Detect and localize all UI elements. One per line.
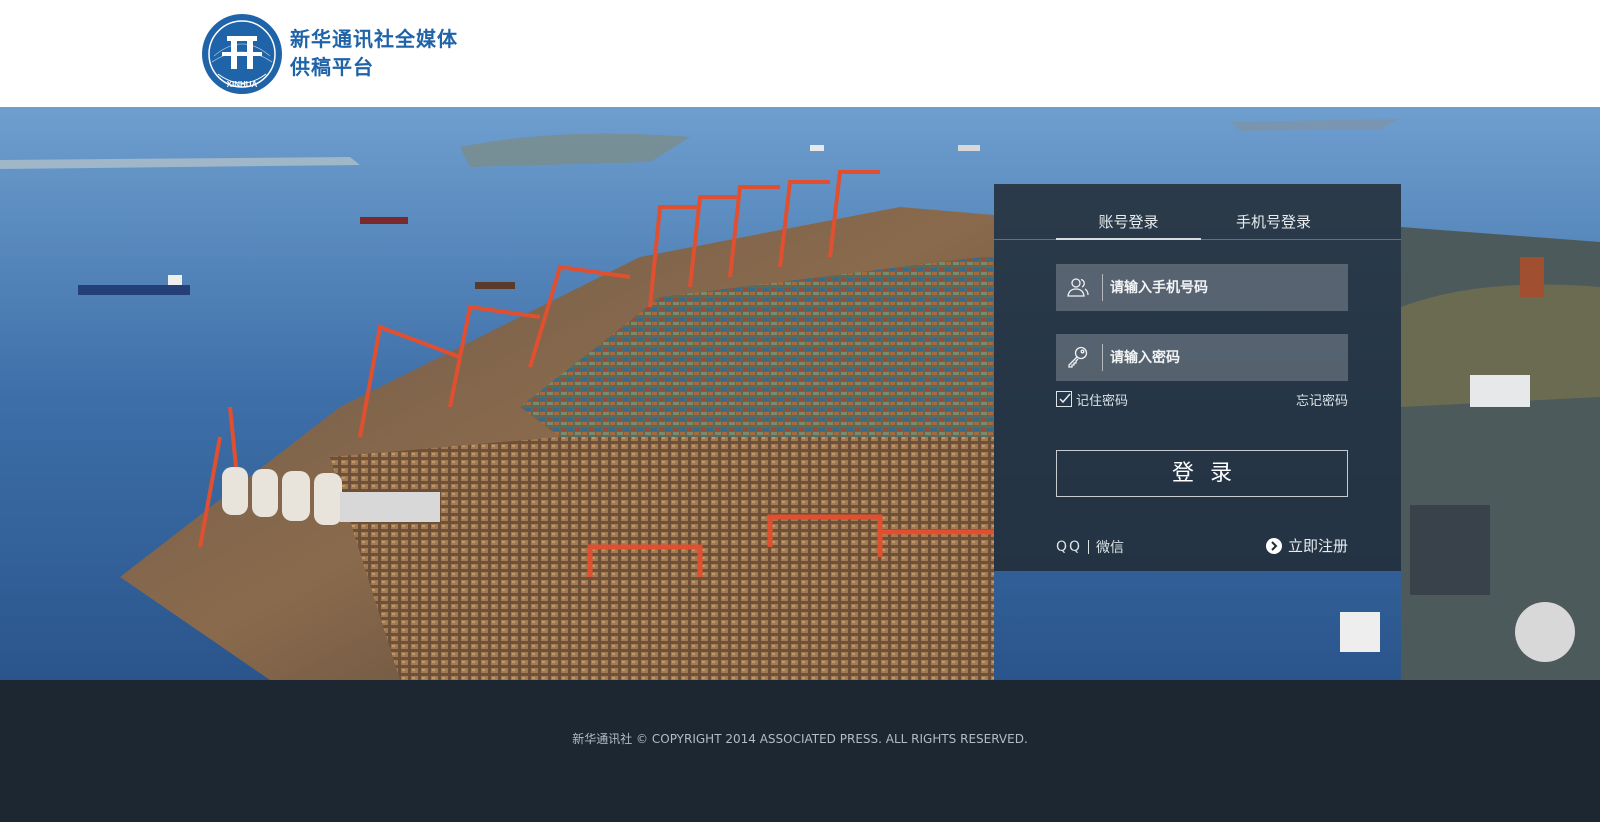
arrow-right-circle-icon [1265, 537, 1282, 554]
remember-password-checkbox[interactable]: 记住密码 [1056, 390, 1129, 409]
qq-login-link[interactable]: QQ [1056, 539, 1082, 555]
phone-input[interactable] [1110, 264, 1340, 311]
social-divider [1088, 540, 1090, 554]
checkbox-icon[interactable] [1056, 391, 1072, 407]
site-title-line1: 新华通讯社全媒体 [290, 27, 458, 51]
password-field[interactable] [1056, 334, 1348, 381]
phone-field[interactable] [1056, 264, 1348, 311]
site-header: XINHUA 新华通讯社全媒体 供稿平台 [0, 0, 1600, 107]
key-icon [1068, 346, 1088, 368]
forgot-password-link[interactable]: 忘记密码 [1296, 390, 1348, 409]
tab-account-login[interactable]: 账号登录 [1056, 212, 1201, 240]
emblem-label: XINHUA [227, 80, 258, 89]
password-field-separator [1102, 344, 1103, 371]
password-input[interactable] [1110, 334, 1340, 381]
site-footer: 新华通讯社 © COPYRIGHT 2014 ASSOCIATED PRESS.… [0, 680, 1600, 822]
users-icon [1067, 278, 1089, 297]
copyright-text: 新华通讯社 © COPYRIGHT 2014 ASSOCIATED PRESS.… [572, 732, 1028, 746]
xinhua-emblem-logo[interactable]: XINHUA [200, 12, 284, 96]
login-submit-button[interactable]: 登录 [1056, 450, 1348, 497]
register-link[interactable]: 立即注册 [1265, 535, 1348, 556]
tab-phone-login[interactable]: 手机号登录 [1201, 212, 1346, 240]
social-login: QQ 微信 [1056, 537, 1124, 557]
register-label: 立即注册 [1287, 537, 1348, 555]
site-title[interactable]: 新华通讯社全媒体 供稿平台 [290, 25, 458, 81]
site-title-line2: 供稿平台 [290, 55, 374, 79]
remember-password-label: 记住密码 [1076, 393, 1129, 409]
phone-field-separator [1102, 274, 1103, 301]
login-panel: 账号登录 手机号登录 记住密码 忘记密码 登录 QQ 微信 [994, 184, 1401, 571]
wechat-login-link[interactable]: 微信 [1096, 537, 1124, 557]
login-tabs: 账号登录 手机号登录 [994, 212, 1401, 240]
